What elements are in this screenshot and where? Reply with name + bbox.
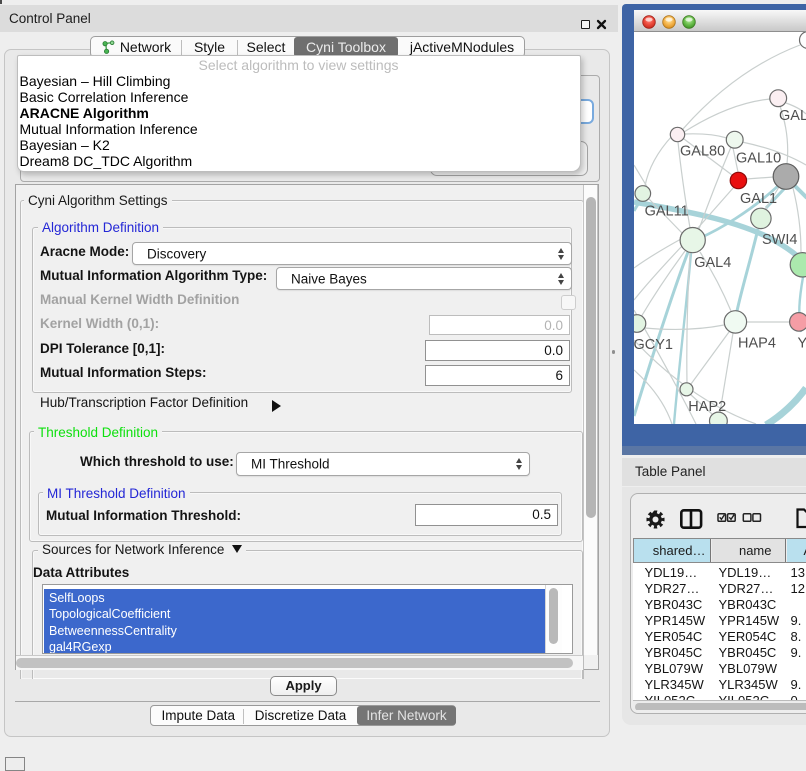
svg-text:GAL2: GAL2 xyxy=(779,108,806,124)
svg-text:GAL1: GAL1 xyxy=(740,191,777,207)
svg-text:GAL4: GAL4 xyxy=(694,255,731,271)
svg-text:YEL: YEL xyxy=(798,336,806,352)
svg-text:GAL10: GAL10 xyxy=(736,151,781,167)
svg-text:GAL80: GAL80 xyxy=(680,144,725,160)
svg-text:HAP4: HAP4 xyxy=(738,336,776,352)
svg-text:GCY1: GCY1 xyxy=(634,337,673,353)
svg-text:HAP2: HAP2 xyxy=(688,399,726,415)
svg-text:SWI4: SWI4 xyxy=(762,232,797,248)
svg-text:GAL11: GAL11 xyxy=(645,204,689,220)
